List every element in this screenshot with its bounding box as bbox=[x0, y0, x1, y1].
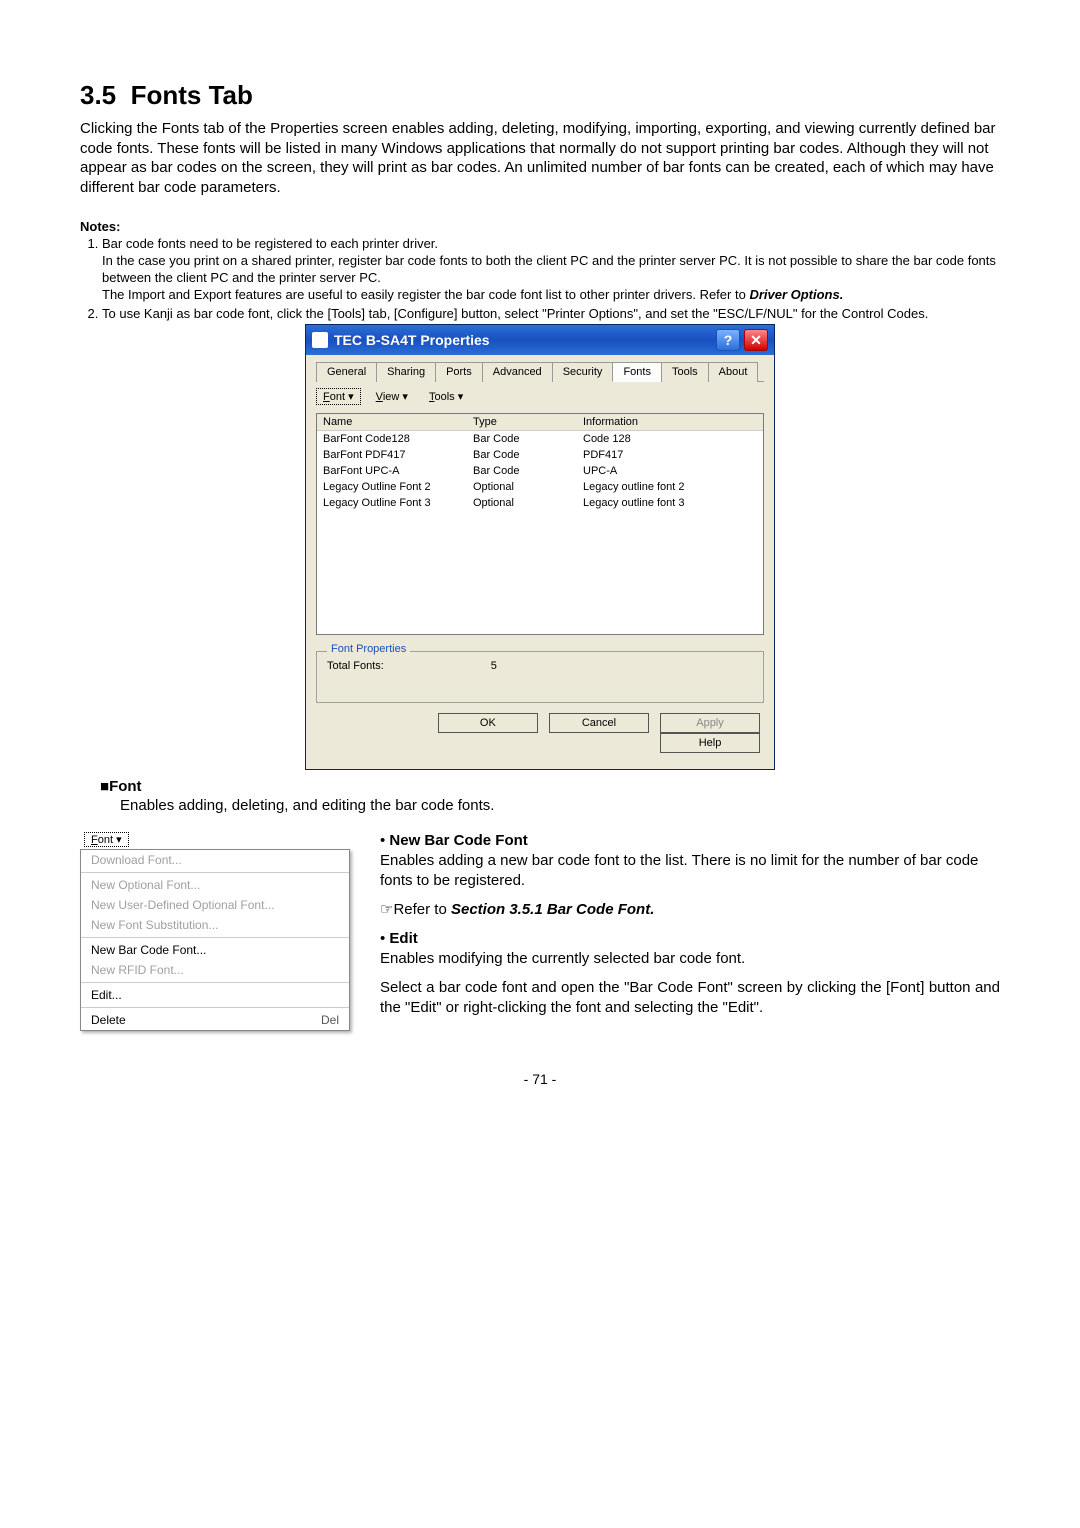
tools-menu-button[interactable]: Tools bbox=[423, 389, 469, 404]
list-row[interactable]: BarFont PDF417Bar CodePDF417 bbox=[317, 447, 763, 463]
menu-separator bbox=[81, 982, 349, 983]
view-menu-button[interactable]: View bbox=[370, 389, 414, 404]
section-intro: Clicking the Fonts tab of the Properties… bbox=[80, 119, 1000, 197]
font-list[interactable]: Name Type Information BarFont Code128Bar… bbox=[316, 413, 764, 635]
menu-new-optional-font[interactable]: New Optional Font... bbox=[81, 875, 349, 895]
toolbar: Font View Tools bbox=[316, 388, 764, 405]
menu-separator bbox=[81, 1007, 349, 1008]
font-dropdown-area: Font Download Font... New Optional Font.… bbox=[80, 832, 350, 1031]
tab-general[interactable]: General bbox=[316, 362, 377, 382]
font-properties-group: Font Properties Total Fonts: 5 bbox=[316, 651, 764, 703]
font-subdesc: Enables adding, deleting, and editing th… bbox=[120, 797, 1000, 814]
menu-new-user-defined-optional-font[interactable]: New User-Defined Optional Font... bbox=[81, 895, 349, 915]
menu-delete[interactable]: Delete Del bbox=[81, 1010, 349, 1030]
font-subheading: Font bbox=[100, 778, 1000, 795]
tab-fonts[interactable]: Fonts bbox=[612, 362, 662, 382]
notes-label: Notes: bbox=[80, 219, 1000, 234]
menu-edit[interactable]: Edit... bbox=[81, 985, 349, 1005]
tab-security[interactable]: Security bbox=[552, 362, 614, 382]
help-icon[interactable]: ? bbox=[716, 329, 740, 351]
note-item: To use Kanji as bar code font, click the… bbox=[102, 306, 1000, 323]
app-icon bbox=[312, 332, 328, 348]
menu-separator bbox=[81, 872, 349, 873]
notes-list: Bar code fonts need to be registered to … bbox=[80, 236, 1000, 322]
tab-ports[interactable]: Ports bbox=[435, 362, 483, 382]
ok-button[interactable]: OK bbox=[438, 713, 538, 733]
close-icon[interactable]: ✕ bbox=[744, 329, 768, 351]
font-properties-legend: Font Properties bbox=[327, 643, 410, 655]
font-dropdown-menu: Download Font... New Optional Font... Ne… bbox=[80, 849, 350, 1031]
tab-tools[interactable]: Tools bbox=[661, 362, 709, 382]
font-menu-button-small[interactable]: Font bbox=[84, 832, 129, 847]
menu-new-bar-code-font[interactable]: New Bar Code Font... bbox=[81, 940, 349, 960]
tab-sharing[interactable]: Sharing bbox=[376, 362, 436, 382]
tab-advanced[interactable]: Advanced bbox=[482, 362, 553, 382]
font-menu-button[interactable]: Font bbox=[316, 388, 361, 405]
dialog-button-row: OK Cancel Apply Help bbox=[316, 703, 764, 759]
tab-strip: General Sharing Ports Advanced Security … bbox=[316, 361, 764, 382]
list-row[interactable]: Legacy Outline Font 3OptionalLegacy outl… bbox=[317, 495, 763, 511]
list-row[interactable]: BarFont Code128Bar CodeCode 128 bbox=[317, 431, 763, 447]
menu-download-font[interactable]: Download Font... bbox=[81, 850, 349, 870]
note-item: Bar code fonts need to be registered to … bbox=[102, 236, 1000, 304]
list-row[interactable]: Legacy Outline Font 2OptionalLegacy outl… bbox=[317, 479, 763, 495]
help-button[interactable]: Help bbox=[660, 733, 760, 753]
page-number: - 71 - bbox=[80, 1071, 1000, 1087]
list-row[interactable]: BarFont UPC-ABar CodeUPC-A bbox=[317, 463, 763, 479]
menu-new-rfid-font[interactable]: New RFID Font... bbox=[81, 960, 349, 980]
tab-about[interactable]: About bbox=[708, 362, 759, 382]
dialog-title: TEC B-SA4T Properties bbox=[334, 332, 716, 348]
properties-dialog: TEC B-SA4T Properties ? ✕ General Sharin… bbox=[305, 324, 775, 770]
apply-button[interactable]: Apply bbox=[660, 713, 760, 733]
list-header: Name Type Information bbox=[317, 414, 763, 431]
section-heading: 3.5 Fonts Tab bbox=[80, 80, 1000, 111]
right-description: • New Bar Code Font Enables adding a new… bbox=[380, 832, 1000, 1027]
cancel-button[interactable]: Cancel bbox=[549, 713, 649, 733]
menu-new-font-substitution[interactable]: New Font Substitution... bbox=[81, 915, 349, 935]
dialog-titlebar: TEC B-SA4T Properties ? ✕ bbox=[306, 325, 774, 355]
menu-separator bbox=[81, 937, 349, 938]
